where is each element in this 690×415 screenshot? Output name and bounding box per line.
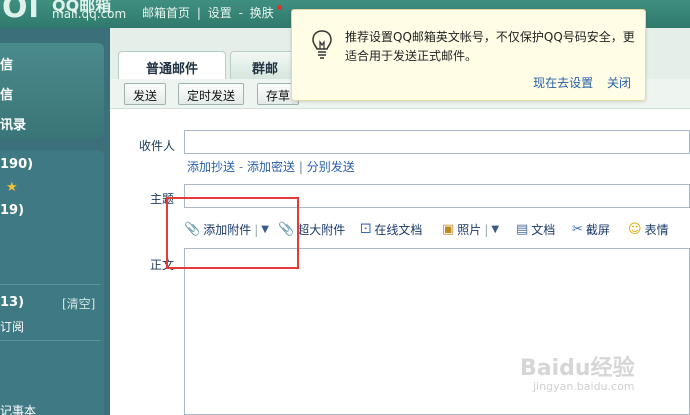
mail-home-link[interactable]: 邮箱首页 — [142, 6, 190, 20]
sidebar: 信 信 讯录 190) ★ 19) 13) [清空] 订阅 记事本 — [0, 28, 110, 415]
tab-normal-mail[interactable]: 普通邮件 — [118, 51, 226, 79]
link-pipe: | — [298, 160, 303, 174]
qq-mail-logo[interactable]: Ol — [2, 0, 40, 25]
star-icon[interactable]: ★ — [6, 180, 18, 195]
screenshot-button[interactable]: ✂ 截屏 — [572, 221, 610, 238]
photo-label: 照片 — [457, 223, 482, 237]
clear-trash-link[interactable]: [清空] — [62, 295, 95, 312]
timed-send-button[interactable]: 定时发送 — [178, 83, 245, 105]
online-doc-button[interactable]: ⚀ 在线文档 — [360, 221, 422, 238]
document-icon: ▤ — [516, 222, 529, 237]
emoji-button[interactable]: ☺ 表情 — [628, 221, 669, 238]
to-field[interactable] — [184, 130, 690, 154]
sidebar-item-sent[interactable]: 信 — [0, 84, 13, 103]
recipient-options: 添加抄送 - 添加密送 | 分别发送 — [187, 158, 355, 175]
tab-group-mail[interactable]: 群邮 — [230, 51, 300, 79]
highlight-box — [166, 197, 299, 269]
settings-link[interactable]: 设置 — [208, 6, 232, 20]
sidebar-item-trash[interactable]: 13) — [0, 295, 24, 310]
new-dot-icon — [276, 5, 282, 10]
online-doc-label: 在线文档 — [374, 223, 423, 237]
photo-icon: ▣ — [442, 222, 455, 237]
document-label: 文档 — [531, 223, 556, 237]
emoji-label: 表情 — [644, 223, 669, 237]
photo-button[interactable]: ▣ 照片 | ▼ — [442, 221, 499, 238]
close-tip-link[interactable]: 关闭 — [607, 76, 631, 90]
skin-link[interactable]: 换肤 — [250, 6, 274, 20]
sidebar-item-folder-count[interactable]: 19) — [0, 203, 24, 218]
split-divider: | — [484, 222, 489, 237]
sidebar-item-subscriptions[interactable]: 订阅 — [0, 318, 24, 335]
document-button[interactable]: ▤ 文档 — [516, 221, 555, 238]
top-links: 邮箱首页 | 设置 - 换肤 — [142, 4, 285, 21]
separate-send-link[interactable]: 分别发送 — [307, 160, 355, 174]
sidebar-item-inbox[interactable]: 信 — [0, 54, 13, 73]
to-label: 收件人 — [139, 139, 176, 153]
sidebar-divider — [0, 340, 100, 341]
watermark-url: jingyan.baidu.com — [533, 380, 635, 393]
tip-actions: 现在去设置 关闭 — [523, 74, 631, 91]
setup-now-link[interactable]: 现在去设置 — [533, 76, 593, 90]
baidu-watermark: Baidu经验 — [520, 356, 635, 381]
chevron-down-icon[interactable]: ▼ — [491, 224, 499, 235]
share-nodes-icon: ⚀ — [360, 222, 372, 237]
add-bcc-link[interactable]: 添加密送 — [247, 160, 295, 174]
smiley-icon: ☺ — [628, 222, 642, 237]
sidebar-item-notebook[interactable]: 记事本 — [0, 402, 36, 415]
add-cc-link[interactable]: 添加抄送 — [187, 160, 235, 174]
top-sep: | — [196, 6, 201, 20]
screenshot-label: 截屏 — [585, 223, 610, 237]
send-button[interactable]: 发送 — [124, 83, 167, 105]
link-dash: - — [238, 160, 244, 174]
lightbulb-icon — [312, 30, 332, 59]
sidebar-divider — [0, 284, 100, 285]
english-account-tip: 推荐设置QQ邮箱英文帐号，不仅保护QQ号码安全，更适合用于发送正式邮件。 现在去… — [291, 9, 646, 101]
top-dash: - — [238, 6, 243, 20]
scissors-icon: ✂ — [572, 222, 583, 237]
logo-domain: mail.qq.com — [52, 7, 127, 21]
sidebar-item-contacts[interactable]: 讯录 — [0, 114, 26, 133]
sidebar-item-unread[interactable]: 190) — [0, 157, 33, 172]
tip-message: 推荐设置QQ邮箱英文帐号，不仅保护QQ号码安全，更适合用于发送正式邮件。 — [345, 30, 635, 63]
large-attachment-label: 超大附件 — [297, 223, 346, 237]
